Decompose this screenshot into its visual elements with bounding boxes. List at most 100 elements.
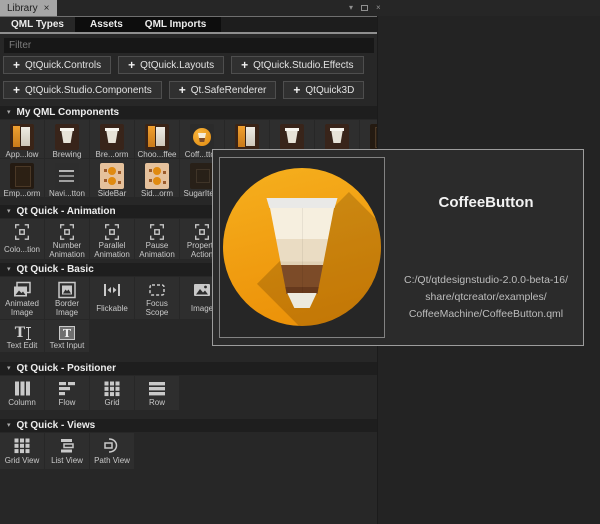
- coffee-button-icon: [190, 124, 214, 150]
- coffee-cup-icon: [325, 124, 349, 150]
- add-import-qtquick-controls-button[interactable]: + QtQuick.Controls: [3, 56, 111, 74]
- component-item-brewingform[interactable]: Bre...orm: [90, 120, 134, 158]
- positioner-items-row: Column Flow Grid Row: [0, 376, 179, 410]
- coffee-machine-icon: [145, 124, 169, 150]
- text-lines-icon: [55, 163, 79, 189]
- add-import-qtquick-layouts-button[interactable]: + QtQuick.Layouts: [118, 56, 224, 74]
- dark-machine-icon: [370, 124, 378, 150]
- image-icon: [192, 281, 212, 299]
- animated-image-icon: [12, 281, 32, 299]
- animation-items-row: Colo...tion Number Animation Parallel An…: [0, 219, 224, 259]
- plus-icon: +: [293, 85, 300, 95]
- dock-titlebar: Library × ▾ ×: [0, 0, 600, 16]
- chevron-down-icon: ▾: [7, 266, 11, 273]
- components-row-2: Emp...orm Navi...tton SideBar Sid...orm …: [0, 159, 224, 197]
- item-text-input[interactable]: T Text Input: [45, 320, 89, 352]
- tab-strip: Assets QML Imports: [75, 17, 221, 32]
- tooltip-info: CoffeeButton C:/Qt/qtdesignstudio-2.0.0-…: [393, 150, 579, 347]
- item-color-animation[interactable]: Colo...tion: [0, 219, 44, 259]
- basic-items-row-1: Animated Image Border Image Flickable Fo…: [0, 277, 224, 319]
- tooltip-file-path: C:/Qt/qtdesignstudio-2.0.0-beta-16/ shar…: [393, 272, 579, 323]
- item-focus-scope[interactable]: Focus Scope: [135, 277, 179, 319]
- tooltip-component-name: CoffeeButton: [393, 194, 579, 211]
- import-buttons-row-2: + QtQuick.Studio.Components + Qt.SafeRen…: [3, 81, 364, 99]
- item-row[interactable]: Row: [135, 376, 179, 410]
- coffee-button-circle: [223, 168, 381, 326]
- item-animated-image[interactable]: Animated Image: [0, 277, 44, 319]
- basic-items-row-2: T Text Edit T Text Input: [0, 320, 89, 352]
- tabbar-underline: [0, 32, 378, 34]
- item-pause-animation[interactable]: Pause Animation: [135, 219, 179, 259]
- focus-scope-icon: [147, 281, 167, 299]
- chevron-down-icon: ▾: [7, 365, 11, 372]
- dock-float-icon[interactable]: [361, 5, 368, 11]
- dock-close-icon[interactable]: ×: [376, 3, 381, 13]
- coffee-cup-icon: [55, 124, 79, 150]
- item-path-view[interactable]: Path View: [90, 433, 134, 469]
- library-dock-tab[interactable]: Library ×: [0, 0, 57, 16]
- component-item-choosingcoffee[interactable]: Choo...ffee: [135, 120, 179, 158]
- sidebar-thumbnail-icon: [145, 163, 169, 189]
- tab-assets[interactable]: Assets: [79, 17, 134, 32]
- component-item-brewing[interactable]: Brewing: [45, 120, 89, 158]
- coffee-machine-icon: [235, 124, 259, 150]
- component-item-sidebarform[interactable]: Sid...orm: [135, 159, 179, 197]
- tab-qml-imports[interactable]: QML Imports: [134, 17, 217, 32]
- section-header-qt-quick-views[interactable]: ▾ Qt Quick - Views: [0, 419, 378, 432]
- component-item-sidebar[interactable]: SideBar: [90, 159, 134, 197]
- component-preview-image: [219, 157, 385, 338]
- dock-menu-icon[interactable]: ▾: [349, 3, 353, 13]
- add-import-qtquick3d-button[interactable]: + QtQuick3D: [283, 81, 364, 99]
- item-grid[interactable]: Grid: [90, 376, 134, 410]
- add-import-qtquick-studio-components-button[interactable]: + QtQuick.Studio.Components: [3, 81, 162, 99]
- item-number-animation[interactable]: Number Animation: [45, 219, 89, 259]
- chevron-down-icon: ▾: [7, 109, 11, 116]
- item-border-image[interactable]: Border Image: [45, 277, 89, 319]
- chevron-down-icon: ▾: [7, 422, 11, 429]
- library-dock-tab-label: Library: [7, 3, 38, 14]
- animation-brackets-icon: [58, 223, 76, 241]
- grid-view-icon: [12, 437, 32, 454]
- coffee-cup-icon: [100, 124, 124, 150]
- filter-input[interactable]: [4, 38, 374, 53]
- qt-design-studio-library-panel: Library × ▾ × QML Types Assets QML Impor…: [0, 0, 600, 524]
- flickable-icon: [102, 281, 122, 299]
- coffee-glass-icon: [265, 198, 339, 308]
- dark-machine-icon: [10, 163, 34, 189]
- tab-qml-types[interactable]: QML Types: [0, 17, 75, 32]
- animation-brackets-icon: [103, 223, 121, 241]
- coffee-machine-icon: [10, 124, 34, 150]
- flow-icon: [57, 380, 77, 397]
- library-tabbar: QML Types Assets QML Imports: [0, 16, 378, 32]
- section-header-qt-quick-positioner[interactable]: ▾ Qt Quick - Positioner: [0, 362, 378, 375]
- animation-brackets-icon: [13, 223, 31, 241]
- plus-icon: +: [128, 60, 135, 70]
- path-view-icon: [102, 437, 122, 454]
- views-items-row: Grid View List View Path View: [0, 433, 134, 469]
- import-buttons-row-1: + QtQuick.Controls + QtQuick.Layouts + Q…: [3, 56, 364, 74]
- item-list-view[interactable]: List View: [45, 433, 89, 469]
- chevron-down-icon: ▾: [7, 208, 11, 215]
- sugar-cube-icon: [190, 163, 214, 189]
- sidebar-thumbnail-icon: [100, 163, 124, 189]
- section-header-my-qml-components[interactable]: ▾ My QML Components: [0, 106, 378, 119]
- coffee-cup-icon: [280, 124, 304, 150]
- item-flickable[interactable]: Flickable: [90, 277, 134, 319]
- item-text-edit[interactable]: T Text Edit: [0, 320, 44, 352]
- add-import-qt-saferenderer-button[interactable]: + Qt.SafeRenderer: [169, 81, 277, 99]
- item-column[interactable]: Column: [0, 376, 44, 410]
- plus-icon: +: [13, 85, 20, 95]
- animation-brackets-icon: [148, 223, 166, 241]
- column-icon: [12, 380, 32, 397]
- component-item-emptycupform[interactable]: Emp...orm: [0, 159, 44, 197]
- border-image-icon: [57, 281, 77, 299]
- item-grid-view[interactable]: Grid View: [0, 433, 44, 469]
- add-import-qtquick-studio-effects-button[interactable]: + QtQuick.Studio.Effects: [231, 56, 363, 74]
- plus-icon: +: [13, 60, 20, 70]
- component-item-navigationbutton[interactable]: Navi...tton: [45, 159, 89, 197]
- item-flow[interactable]: Flow: [45, 376, 89, 410]
- item-parallel-animation[interactable]: Parallel Animation: [90, 219, 134, 259]
- component-item-applicationflow[interactable]: App...low: [0, 120, 44, 158]
- close-icon[interactable]: ×: [44, 3, 50, 14]
- text-input-icon: T: [59, 325, 75, 341]
